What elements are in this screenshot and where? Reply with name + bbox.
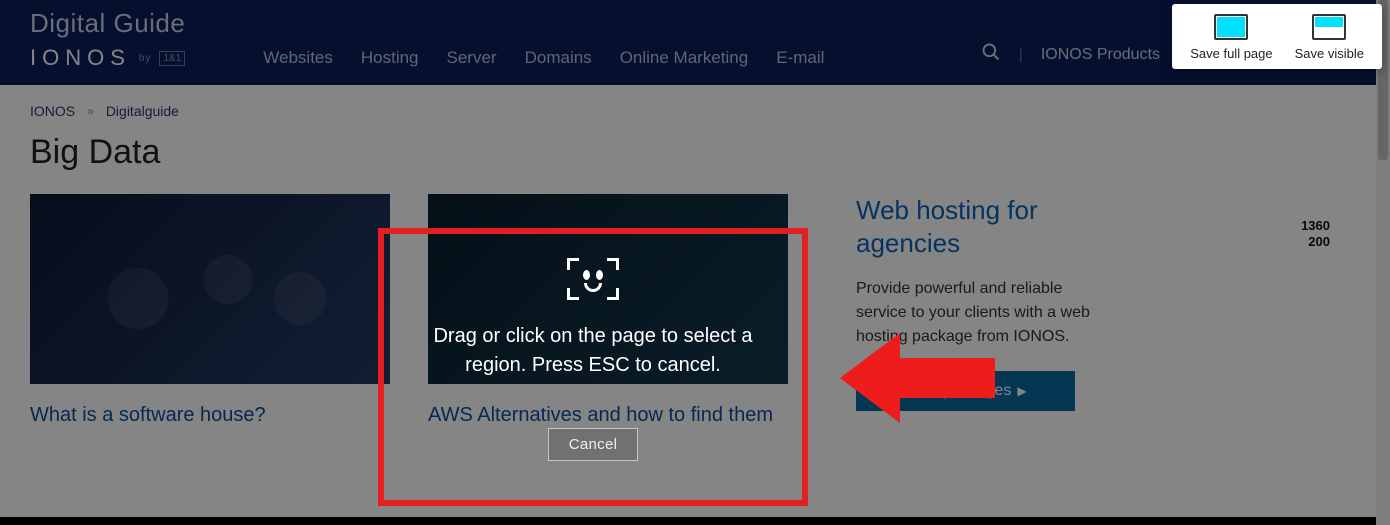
capture-instruction-box: Drag or click on the page to select a re… [378,228,808,506]
breadcrumb-current[interactable]: Digitalguide [106,103,179,119]
save-full-page-label: Save full page [1190,46,1272,61]
save-visible-label: Save visible [1295,46,1364,61]
readout-height: 200 [1301,234,1330,250]
nav-email[interactable]: E-mail [776,48,824,68]
dimension-readout: 1360 200 [1301,218,1330,249]
capture-instruction-text: Drag or click on the page to select a re… [384,322,802,380]
bottom-bar [0,517,1376,525]
breadcrumb-root[interactable]: IONOS [30,103,75,119]
logo-badge: 1&1 [159,51,185,66]
page-title: Big Data [30,133,1360,172]
logo-text: IONOS [30,45,131,71]
main-nav: Websites Hosting Server Domains Online M… [263,48,824,68]
screenshot-extension-popup: Save full page Save visible [1172,4,1382,69]
readout-width: 1360 [1301,218,1330,234]
vertical-scrollbar[interactable] [1376,0,1390,525]
save-full-page-button[interactable]: Save full page [1190,14,1272,61]
nav-websites[interactable]: Websites [263,48,333,68]
nav-server[interactable]: Server [447,48,497,68]
logo-sub: by [139,53,152,64]
nav-online-marketing[interactable]: Online Marketing [620,48,749,68]
breadcrumb: IONOS » Digitalguide [30,103,1360,119]
guide-title: Digital Guide [30,8,1360,39]
card-title: What is a software house? [30,404,390,427]
capture-face-icon [567,258,619,300]
save-visible-icon [1312,14,1346,40]
save-full-page-icon [1214,14,1248,40]
save-visible-button[interactable]: Save visible [1295,14,1364,61]
nav-hosting[interactable]: Hosting [361,48,419,68]
sidebar-heading: Web hosting for agencies [856,194,1110,259]
chevron-right-icon: ▶ [1017,384,1026,398]
products-link[interactable]: IONOS Products [1041,46,1160,64]
search-icon[interactable] [981,42,1001,67]
cancel-button[interactable]: Cancel [548,428,639,461]
article-card[interactable]: What is a software house? [30,194,390,427]
breadcrumb-sep: » [87,104,94,118]
annotation-arrow-icon [840,328,1000,433]
card-image [30,194,390,384]
logo[interactable]: IONOS by 1&1 [30,45,185,71]
nav-domains[interactable]: Domains [525,48,592,68]
header-divider: | [1019,46,1023,64]
